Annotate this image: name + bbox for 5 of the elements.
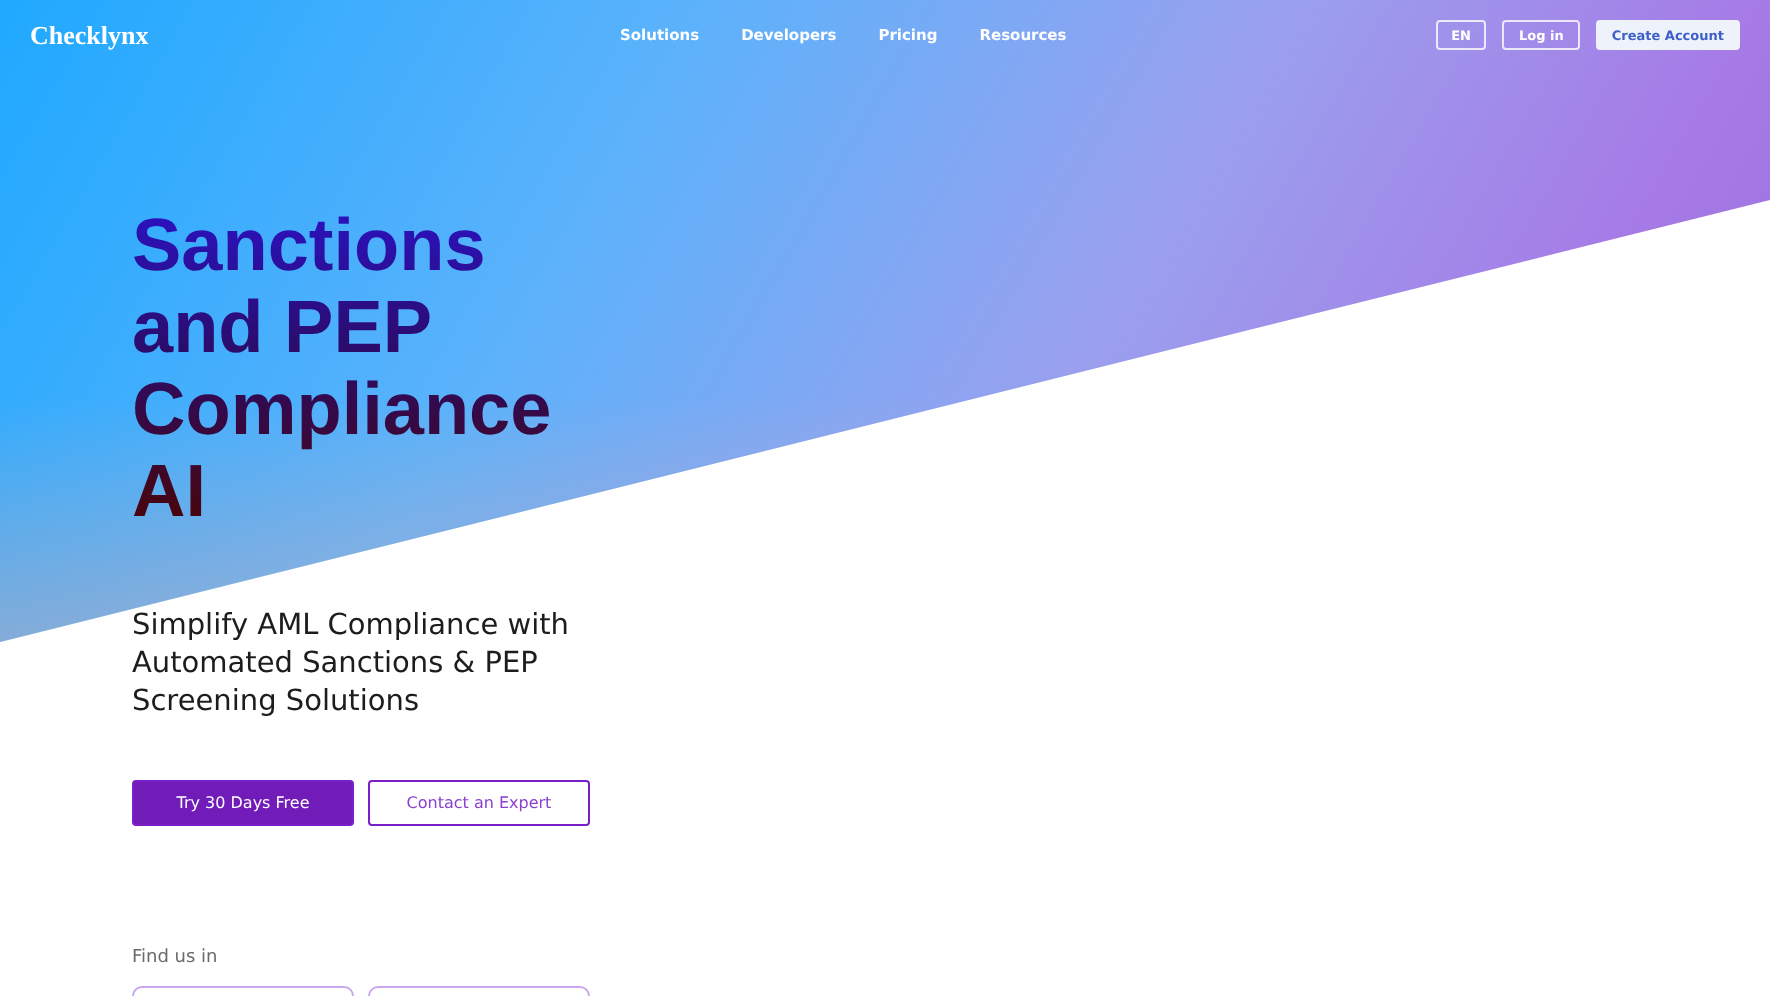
brand-logo[interactable]: Checklynx xyxy=(30,19,620,51)
find-us-label: Find us in xyxy=(132,948,220,968)
trial-button[interactable]: Try 30 Days Free xyxy=(132,780,354,826)
contact-button[interactable]: Contact an Expert xyxy=(368,780,590,826)
hero-subtitle: Simplify AML Compliance with Automated Sanctions & PEP Screening Solutions xyxy=(132,608,571,722)
